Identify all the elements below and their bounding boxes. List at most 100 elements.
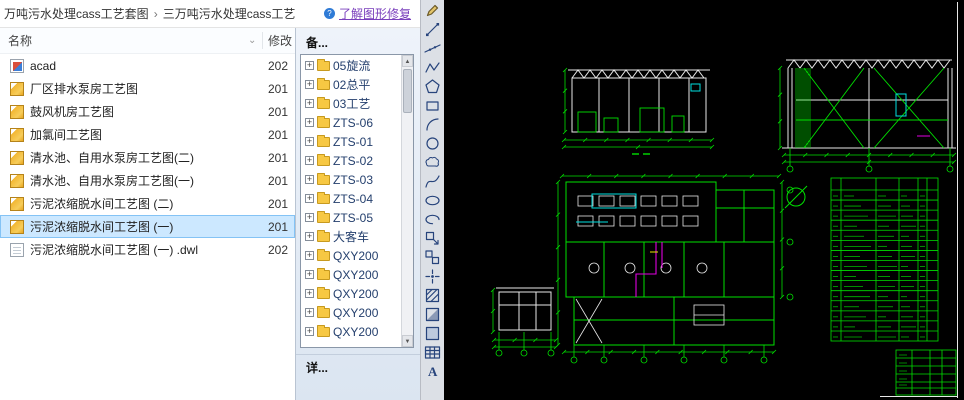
breadcrumb-item[interactable]: 万吨污水处理cass工艺套图 (4, 5, 149, 22)
expand-plus-icon[interactable]: + (305, 289, 314, 298)
chevron-right-icon: › (153, 6, 158, 21)
file-name: 污泥浓缩脱水间工艺图 (二) (30, 197, 174, 211)
expand-plus-icon[interactable]: + (305, 61, 314, 70)
tool-revision-cloud[interactable] (423, 154, 443, 171)
tool-gradient[interactable] (423, 306, 443, 323)
file-date: 201 (268, 127, 289, 142)
svg-text:A: A (428, 364, 438, 379)
dwg-file-icon (10, 196, 24, 211)
draw-toolbar: A (420, 0, 444, 400)
dwg-file-icon (10, 104, 24, 119)
tool-arc[interactable] (423, 116, 443, 133)
tree-item-label: QXY200 (333, 324, 379, 339)
column-modified[interactable]: 修改 (268, 32, 292, 49)
tree-item[interactable]: + QXY200 (302, 303, 400, 322)
cad-canvas[interactable] (444, 0, 964, 400)
breadcrumb-item[interactable]: 三万吨污水处理cass工艺 (163, 5, 296, 22)
tool-line[interactable] (423, 21, 443, 38)
file-row[interactable]: 污泥浓缩脱水间工艺图 (二) 201 (0, 192, 295, 215)
tree-item[interactable]: + ZTS-04 (302, 189, 400, 208)
file-date: 202 (268, 242, 289, 257)
expand-plus-icon[interactable]: + (305, 327, 314, 336)
file-row[interactable]: 污泥浓缩脱水间工艺图 (一) .dwl 202 (0, 238, 295, 261)
tool-ellipse[interactable] (423, 192, 443, 209)
tree-item[interactable]: + QXY200 (302, 246, 400, 265)
chevron-down-icon[interactable]: ⌄ (248, 35, 256, 46)
tool-multiline-text[interactable]: A (423, 363, 443, 380)
expand-plus-icon[interactable]: + (305, 175, 314, 184)
tool-circle[interactable] (423, 135, 443, 152)
tree-item[interactable]: + ZTS-03 (302, 170, 400, 189)
expand-plus-icon[interactable]: + (305, 118, 314, 127)
tool-hatch[interactable] (423, 287, 443, 304)
scroll-down-arrow[interactable]: ▼ (402, 335, 413, 347)
tree-item[interactable]: +02总平 (302, 75, 400, 94)
tree-item[interactable]: + ZTS-05 (302, 208, 400, 227)
expand-plus-icon[interactable]: + (305, 137, 314, 146)
file-name: 清水池、自用水泵房工艺图(二) (30, 151, 194, 165)
tool-pencil[interactable] (423, 2, 443, 19)
tree-item[interactable]: +03工艺 (302, 94, 400, 113)
folder-icon (317, 210, 330, 223)
folder-icon (317, 172, 330, 185)
tool-rectangle[interactable] (423, 97, 443, 114)
expand-plus-icon[interactable]: + (305, 80, 314, 89)
folder-tree-box: +05旋流 +02总平 +03工艺 + ZTS-06 + ZTS-01 + ZTS-02 + ZTS… (300, 54, 414, 348)
circle-icon (426, 137, 439, 150)
tree-item-label: ZTS-03 (333, 172, 374, 187)
tool-palette: 备... +05旋流 +02总平 +03工艺 + ZTS-06 + ZTS-01 + ZTS-0… (295, 28, 420, 400)
scroll-thumb[interactable] (403, 69, 412, 113)
tree-item[interactable]: + QXY200 (302, 265, 400, 284)
tool-table[interactable] (423, 344, 443, 361)
file-name: 厂区排水泵房工艺图 (30, 82, 139, 96)
expand-plus-icon[interactable]: + (305, 308, 314, 317)
expand-plus-icon[interactable]: + (305, 232, 314, 241)
column-name[interactable]: 名称 (0, 32, 32, 49)
tool-ellipse-arc[interactable] (423, 211, 443, 228)
dwg-file-icon (10, 219, 24, 234)
file-row[interactable]: 污泥浓缩脱水间工艺图 (一) 201 (0, 215, 295, 238)
expand-plus-icon[interactable]: + (305, 194, 314, 203)
tree-item[interactable]: + ZTS-02 (302, 151, 400, 170)
dwg-file-icon (10, 173, 24, 188)
tree-item-label: ZTS-01 (333, 134, 374, 149)
expand-plus-icon[interactable]: + (305, 213, 314, 222)
file-row[interactable]: 加氯间工艺图 201 (0, 123, 295, 146)
tree-item[interactable]: + 大客车 (302, 227, 400, 246)
file-row[interactable]: acad 202 (0, 54, 295, 77)
tree-item[interactable]: + ZTS-06 (302, 113, 400, 132)
folder-icon (317, 248, 330, 261)
file-icon (10, 58, 24, 73)
tool-polyline[interactable] (423, 59, 443, 76)
tool-region[interactable] (423, 325, 443, 342)
tree-item[interactable]: + QXY200 (302, 284, 400, 303)
file-row[interactable]: 清水池、自用水泵房工艺图(二) 201 (0, 146, 295, 169)
file-row[interactable]: 鼓风机房工艺图 201 (0, 100, 295, 123)
tool-insert-block[interactable] (423, 230, 443, 247)
expand-plus-icon[interactable]: + (305, 156, 314, 165)
column-header: 名称 ⌄ 修改 (0, 28, 295, 54)
folder-icon (317, 153, 330, 166)
file-row[interactable]: 清水池、自用水泵房工艺图(一) 201 (0, 169, 295, 192)
file-name: 鼓风机房工艺图 (30, 105, 115, 119)
tree-item[interactable]: + ZTS-01 (302, 132, 400, 151)
folder-tree: +05旋流 +02总平 +03工艺 + ZTS-06 + ZTS-01 + ZTS-02 + ZTS… (302, 56, 400, 346)
drawing-recovery-link[interactable]: 了解图形修复 (339, 5, 411, 22)
expand-plus-icon[interactable]: + (305, 99, 314, 108)
file-explorer: 名称 ⌄ 修改 acad 202 厂区排水泵房工艺图 201 鼓风机房工艺图 201 加氯间… (0, 28, 295, 400)
tree-item[interactable]: + QXY200 (302, 322, 400, 341)
scroll-up-arrow[interactable]: ▲ (402, 55, 413, 67)
file-row[interactable]: 厂区排水泵房工艺图 201 (0, 77, 295, 100)
tool-polygon[interactable] (423, 78, 443, 95)
expand-plus-icon[interactable]: + (305, 270, 314, 279)
tool-point[interactable] (423, 268, 443, 285)
tool-make-block[interactable] (423, 249, 443, 266)
polyline-icon (425, 62, 440, 73)
expand-plus-icon[interactable]: + (305, 251, 314, 260)
tool-construction-line[interactable] (423, 40, 443, 57)
tree-item[interactable]: +05旋流 (302, 56, 400, 75)
tree-item-label: 大客车 (333, 230, 370, 244)
line-icon (426, 23, 440, 37)
tool-spline[interactable] (423, 173, 443, 190)
tree-scrollbar[interactable]: ▲ ▼ (401, 55, 413, 347)
